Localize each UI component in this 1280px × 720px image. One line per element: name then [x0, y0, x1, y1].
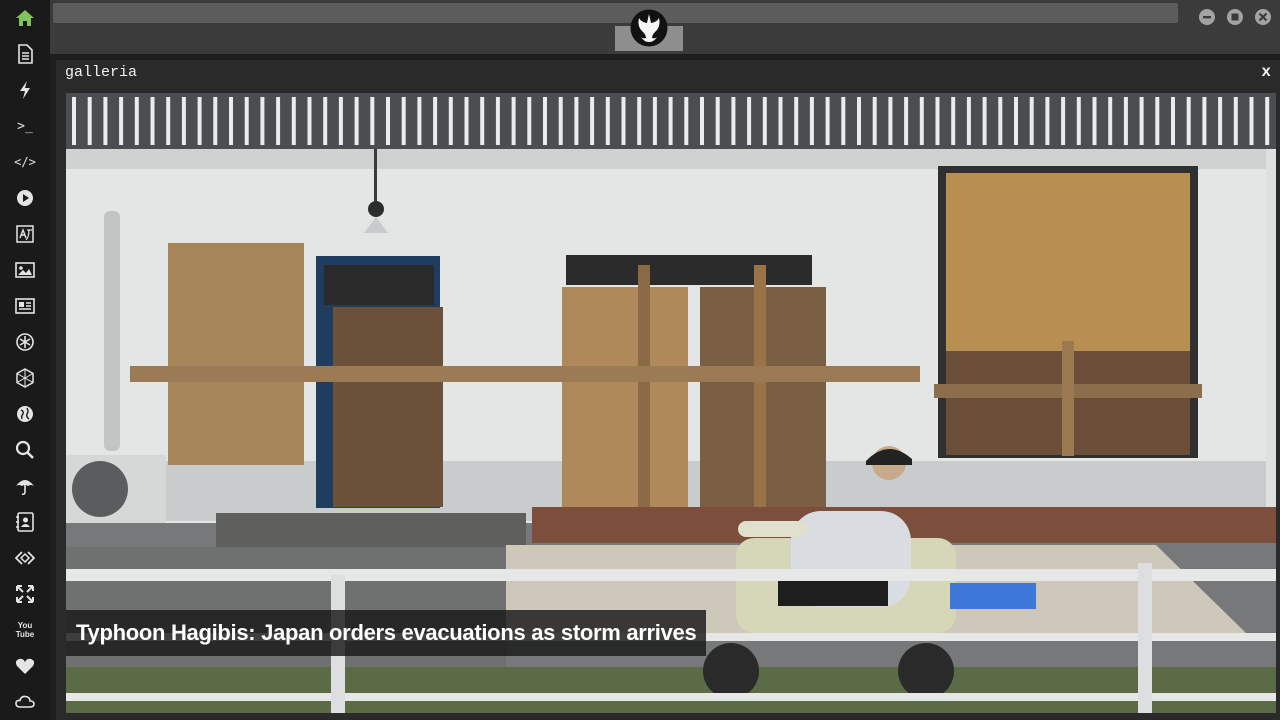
heart-icon[interactable] — [13, 654, 37, 678]
top-bar — [50, 0, 1280, 54]
sidebar: >_ </> You Tube — [0, 0, 50, 720]
contact-icon[interactable] — [13, 510, 37, 534]
translate-icon[interactable] — [13, 222, 37, 246]
play-icon[interactable] — [13, 186, 37, 210]
document-icon[interactable] — [13, 42, 37, 66]
terminal-icon[interactable]: >_ — [13, 114, 37, 138]
globe-icon[interactable] — [13, 402, 37, 426]
youtube-icon[interactable]: You Tube — [13, 618, 37, 642]
hexagon-icon[interactable] — [13, 366, 37, 390]
news-icon[interactable] — [13, 294, 37, 318]
panel-title: galleria — [65, 64, 138, 81]
youtube-label: You Tube — [15, 621, 35, 639]
minimize-icon[interactable] — [1199, 9, 1215, 25]
image-icon[interactable] — [13, 258, 37, 282]
home-icon[interactable] — [13, 6, 37, 30]
rebel-alliance-icon[interactable] — [630, 9, 668, 47]
panel-close-button[interactable]: x — [1261, 63, 1271, 81]
code-icon[interactable]: </> — [13, 150, 37, 174]
embed-icon[interactable] — [13, 546, 37, 570]
maximize-icon[interactable] — [1227, 9, 1243, 25]
search-icon[interactable] — [13, 438, 37, 462]
lightning-icon[interactable] — [13, 78, 37, 102]
expand-icon[interactable] — [13, 582, 37, 606]
gallery-panel: galleria x Typhoon Hagibis: Japan orders… — [56, 60, 1280, 720]
cloud-icon[interactable] — [13, 690, 37, 714]
umbrella-icon[interactable] — [13, 474, 37, 498]
close-icon[interactable] — [1255, 9, 1271, 25]
code-label: </> — [14, 155, 36, 169]
image-caption: Typhoon Hagibis: Japan orders evacuation… — [66, 610, 707, 656]
address-bar[interactable] — [53, 3, 1178, 23]
asterisk-icon[interactable] — [13, 330, 37, 354]
terminal-label: >_ — [17, 118, 33, 134]
